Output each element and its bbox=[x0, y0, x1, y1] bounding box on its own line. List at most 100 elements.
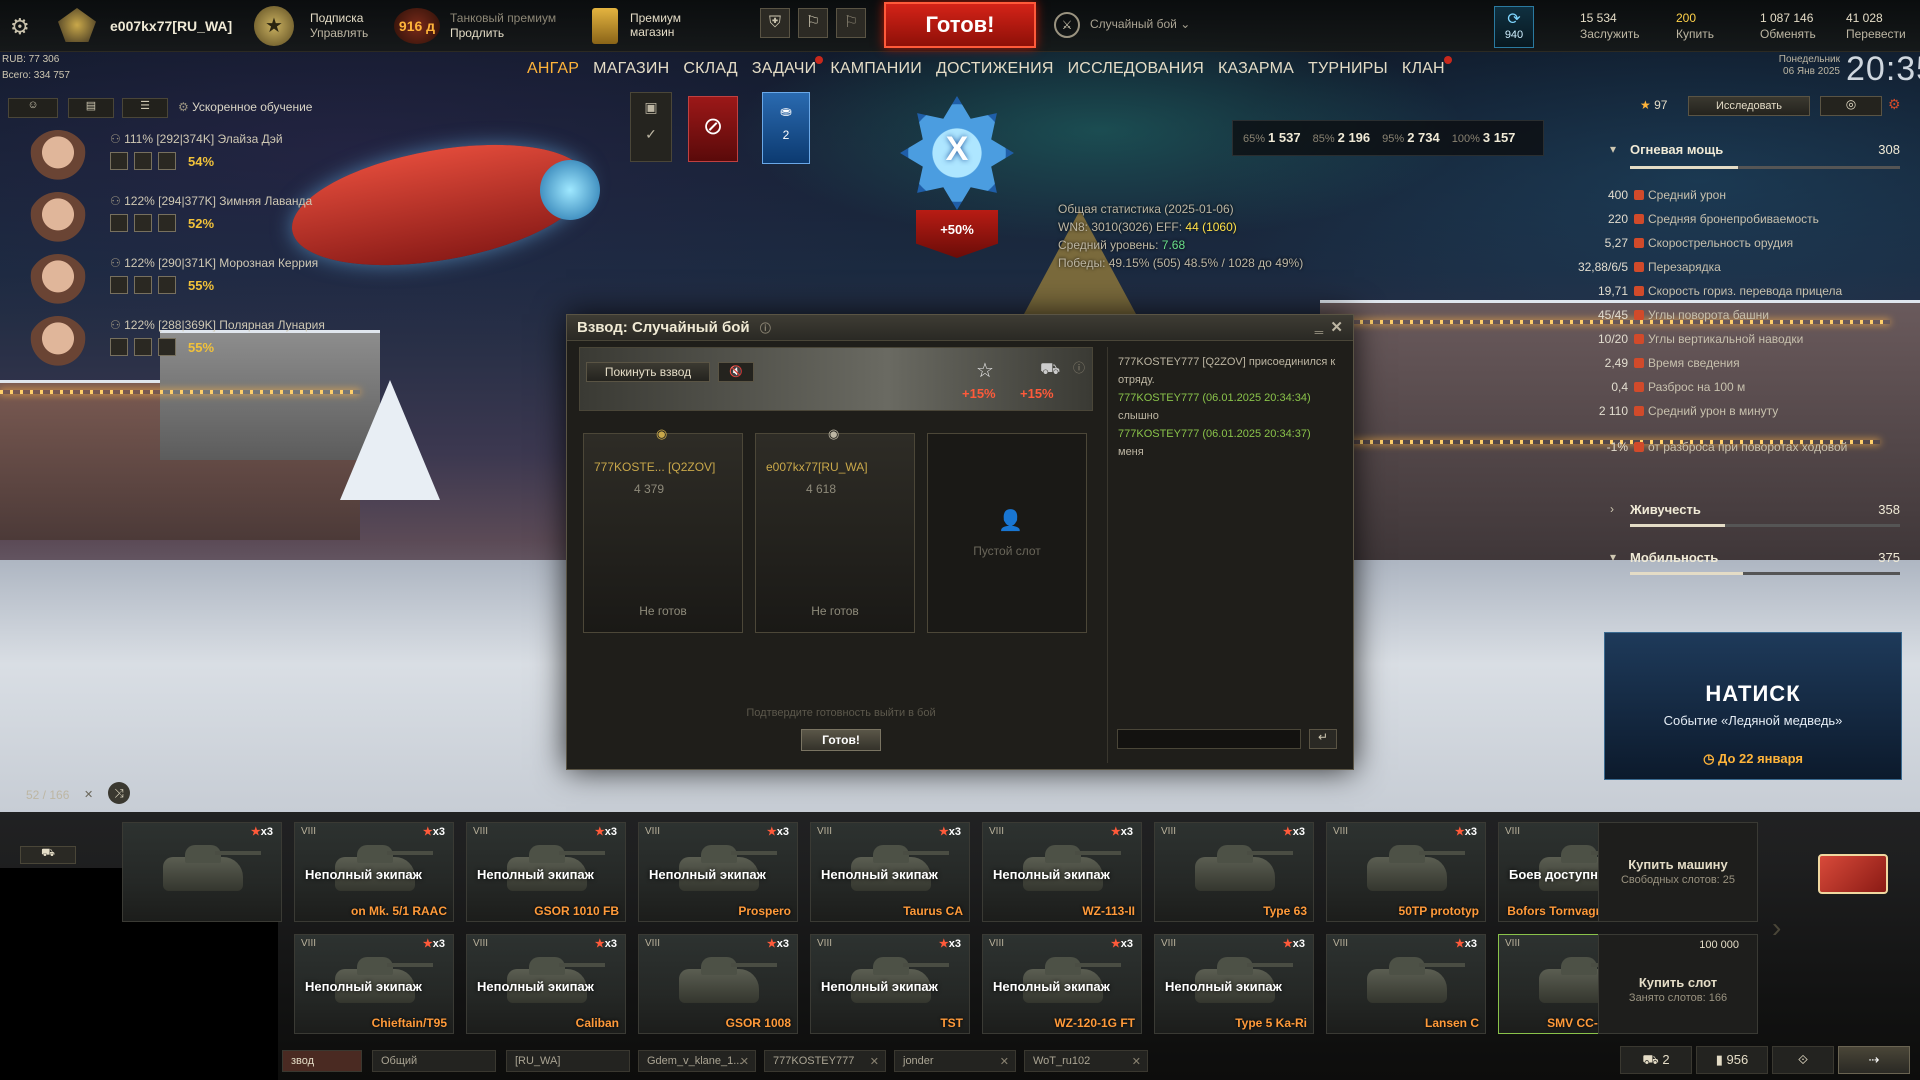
firepower-section[interactable]: ▾ Огневая мощь 308 bbox=[1610, 142, 1900, 169]
stat-row[interactable]: 5,27 Скорострельность орудия bbox=[1560, 236, 1900, 256]
player-name[interactable]: e007kx77[RU_WA] bbox=[110, 18, 232, 34]
tank-premium-extend-link[interactable]: Продлить bbox=[450, 26, 504, 40]
vehicle-tile[interactable]: VIII ★x3 Неполный экипаж Chieftain/T95 bbox=[294, 934, 454, 1034]
chat-channel-tab[interactable]: звод bbox=[282, 1050, 362, 1072]
gold-buy-link[interactable]: Купить bbox=[1676, 27, 1714, 41]
vehicle-tile[interactable]: VIII ★x3 Type 63 bbox=[1154, 822, 1314, 922]
subscription-manage-link[interactable]: Управлять bbox=[310, 26, 368, 40]
premium-days-badge[interactable]: 916 д bbox=[394, 8, 440, 44]
chat-channel-tab[interactable]: [RU_WA] bbox=[506, 1050, 630, 1072]
mobility-section[interactable]: ▾ Мобильность 375 bbox=[1610, 550, 1900, 580]
nav-item-0[interactable]: АНГАР bbox=[520, 60, 586, 84]
nav-item-1[interactable]: МАГАЗИН bbox=[586, 60, 676, 84]
premium-shop-icon[interactable] bbox=[592, 8, 618, 44]
platoon-slot-empty[interactable]: 👤 Пустой слот bbox=[927, 433, 1087, 633]
main-ready-button[interactable]: Готов! bbox=[884, 2, 1036, 48]
notification-center-button[interactable]: ⇢ bbox=[1838, 1046, 1910, 1074]
crew-member[interactable]: ⚇ 122% [290|371K] Морозная Керрия 55% bbox=[20, 252, 350, 310]
shuffle-icon[interactable]: ⤨ bbox=[108, 782, 130, 804]
nav-item-6[interactable]: ИССЛЕДОВАНИЯ bbox=[1061, 60, 1211, 84]
settings-gear-icon[interactable]: ⚙ bbox=[10, 14, 30, 40]
vehicle-tile[interactable]: VIII ★x3 50TP prototyp bbox=[1326, 822, 1486, 922]
stat-row[interactable]: 2 110 Средний урон в минуту bbox=[1560, 404, 1900, 424]
chat-channel-tab[interactable]: jonder ✕ bbox=[894, 1050, 1016, 1072]
stat-row[interactable]: 2,49 Время сведения bbox=[1560, 356, 1900, 376]
vehicle-tile[interactable]: VIII ★x3 Неполный экипаж Taurus CA bbox=[810, 822, 970, 922]
chat-channel-tab[interactable]: Общий bbox=[372, 1050, 496, 1072]
bonds-earn-link[interactable]: Заслужить bbox=[1580, 27, 1640, 41]
info-icon[interactable]: ⓘ bbox=[760, 323, 771, 335]
nav-item-3[interactable]: ЗАДАЧИ bbox=[745, 56, 824, 84]
nav-item-2[interactable]: СКЛАД bbox=[676, 60, 744, 84]
vehicle-tile[interactable]: VIII ★x3 Неполный экипаж Caliban bbox=[466, 934, 626, 1034]
training-icon[interactable]: ⚐ bbox=[836, 8, 866, 38]
crew-filter-button[interactable]: ☺ bbox=[8, 98, 58, 118]
gift-box-icon[interactable] bbox=[1818, 854, 1888, 894]
vehicle-tile[interactable]: VIII ★x3 Неполный экипаж on Mk. 5/1 RAAC bbox=[294, 822, 454, 922]
free-xp-widget[interactable]: ⟳ 940 bbox=[1494, 6, 1534, 48]
platoon-ready-button[interactable]: Готов! bbox=[801, 729, 881, 751]
chat-channel-tab[interactable]: 777KOSTEY777 ✕ bbox=[764, 1050, 886, 1072]
crew-skills-button[interactable]: ☰ bbox=[122, 98, 168, 118]
xp-convert-link[interactable]: Перевести bbox=[1846, 27, 1906, 41]
nav-item-4[interactable]: КАМПАНИИ bbox=[823, 60, 929, 84]
tank-tree-icon[interactable]: ⚙ bbox=[1888, 96, 1901, 113]
close-icon[interactable]: ✕ bbox=[1132, 1055, 1141, 1068]
session-stats-button[interactable]: ⟐ bbox=[1772, 1046, 1834, 1074]
stat-row[interactable]: 19,71 Скорость гориз. перевода прицела bbox=[1560, 284, 1900, 304]
vehicle-tile[interactable]: VIII ★x3 Неполный экипаж TST bbox=[810, 934, 970, 1034]
nav-item-5[interactable]: ДОСТИЖЕНИЯ bbox=[929, 60, 1061, 84]
vehicle-tile[interactable]: VIII ★x3 Неполный экипаж Prospero bbox=[638, 822, 798, 922]
accelerated-training-toggle[interactable]: ⚙ Ускоренное обучение bbox=[178, 100, 312, 114]
vehicle-tile[interactable]: VIII ★x3 GSOR 1008 bbox=[638, 934, 798, 1034]
crew-member[interactable]: ⚇ 122% [294|377K] Зимняя Лаванда 52% bbox=[20, 190, 350, 248]
nav-item-8[interactable]: ТУРНИРЫ bbox=[1301, 60, 1395, 84]
mission-card-completed[interactable]: ▣ ✓ bbox=[630, 92, 672, 162]
battle-mode-selector[interactable]: Случайный бой ⌄ bbox=[1090, 17, 1190, 31]
chat-send-button[interactable]: ↵ bbox=[1309, 729, 1337, 749]
crew-book-button[interactable]: ▤ bbox=[68, 98, 114, 118]
buy-slot-tile[interactable]: 100 000 Купить слот Занято слотов: 166 bbox=[1598, 934, 1758, 1034]
mission-card-red[interactable]: ⊘ bbox=[688, 96, 738, 162]
chat-channel-tab[interactable]: Gdem_v_klane_1... ✕ bbox=[638, 1050, 756, 1072]
stat-row[interactable]: 32,88/6/5 Перезарядка bbox=[1560, 260, 1900, 280]
winter-event-badge[interactable]: X +50% bbox=[886, 96, 1028, 264]
stat-row[interactable]: 220 Средняя бронепробиваемость bbox=[1560, 212, 1900, 232]
vehicle-tile[interactable]: VIII ★x3 Неполный экипаж WZ-113-II bbox=[982, 822, 1142, 922]
close-icon[interactable]: ✕ bbox=[1330, 318, 1343, 336]
chat-channel-tab[interactable]: WoT_ru102 ✕ bbox=[1024, 1050, 1148, 1072]
platoon-info-icon[interactable]: ⓘ bbox=[1073, 359, 1085, 376]
carousel-next-arrow[interactable]: › bbox=[1772, 912, 1781, 944]
players-online-button[interactable]: ▮ 956 bbox=[1696, 1046, 1768, 1074]
vehicle-tile[interactable]: VIII ★x3 Неполный экипаж Type 5 Ka-Ri bbox=[1154, 934, 1314, 1034]
crew-member[interactable]: ⚇ 122% [288|369K] Полярная Лунария 55% bbox=[20, 314, 350, 372]
vehicle-tile[interactable]: ★x3 bbox=[122, 822, 282, 922]
premium-shop-label[interactable]: Премиум магазин bbox=[630, 11, 690, 39]
vehicle-tile[interactable]: VIII ★x3 Lansen C bbox=[1326, 934, 1486, 1034]
nav-item-7[interactable]: КАЗАРМА bbox=[1211, 60, 1301, 84]
event-banner[interactable]: НАТИСК Событие «Ледяной медведь» ◷ До 22… bbox=[1604, 632, 1902, 780]
compare-toggle-button[interactable]: ◎ bbox=[1820, 96, 1882, 116]
platoon-icon[interactable]: ⛨ bbox=[760, 8, 790, 38]
vehicle-tile[interactable]: VIII ★x3 Неполный экипаж WZ-120-1G FT bbox=[982, 934, 1142, 1034]
stat-row[interactable]: 0,4 Разброс на 100 м bbox=[1560, 380, 1900, 400]
chat-input[interactable] bbox=[1117, 729, 1301, 749]
stat-row[interactable]: 10/20 Углы вертикальной наводки bbox=[1560, 332, 1900, 352]
platoon-slot-leader[interactable]: ◉ 777KOSTE... [Q2ZOV] 4 379 Не готов bbox=[583, 426, 743, 633]
close-icon[interactable]: ✕ bbox=[1000, 1055, 1009, 1068]
stat-row[interactable]: 45/45 Углы поворота башни bbox=[1560, 308, 1900, 328]
carousel-filter-button[interactable]: ⛟ bbox=[20, 846, 76, 864]
crew-member[interactable]: ⚇ 111% [292|374K] Элайза Дэй 54% bbox=[20, 128, 350, 186]
close-icon[interactable]: ✕ bbox=[870, 1055, 879, 1068]
survivability-section[interactable]: › Живучесть 358 bbox=[1610, 502, 1900, 532]
close-icon[interactable]: ✕ bbox=[740, 1055, 749, 1068]
nav-item-9[interactable]: КЛАН bbox=[1395, 56, 1452, 84]
filter-clear-icon[interactable]: ✕ bbox=[84, 788, 93, 801]
mission-card-daily[interactable]: ⛂ 2 bbox=[762, 92, 810, 164]
minimize-button[interactable]: ‗ bbox=[1315, 317, 1323, 334]
credits-exchange-link[interactable]: Обменять bbox=[1760, 27, 1816, 41]
notifications-button[interactable]: ⛟ 2 bbox=[1620, 1046, 1692, 1074]
voice-toggle-button[interactable]: 🔇 bbox=[718, 362, 754, 382]
stat-row[interactable]: 400 Средний урон bbox=[1560, 188, 1900, 208]
research-button[interactable]: Исследовать bbox=[1688, 96, 1810, 116]
